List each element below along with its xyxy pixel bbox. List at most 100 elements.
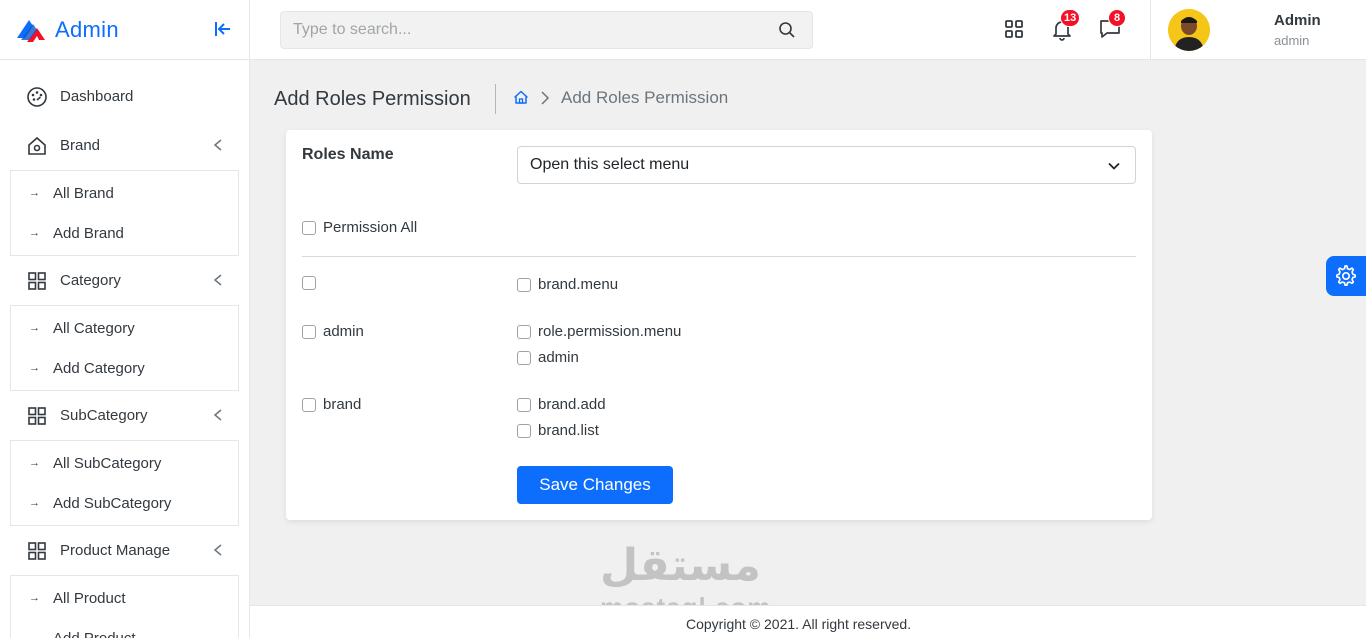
sidebar-item-label: Product Manage [60,542,171,559]
sidebar-item-label: Brand [60,137,101,154]
group-checkbox-unnamed[interactable] [302,276,323,290]
group-checkbox-admin[interactable]: admin [302,323,364,340]
permission-checkbox-brand-menu[interactable]: brand.menu [517,276,618,293]
sidebar-item-label: Dashboard [60,88,134,105]
checkbox-label: role.permission.menu [538,323,682,340]
collapse-sidebar-icon[interactable] [213,19,233,39]
search-box [280,11,813,49]
arrow-right-icon: → [29,497,40,509]
permission-form-card: Roles Name Open this select menu Permiss… [286,130,1152,520]
sidebar-item-category[interactable]: Category [0,256,249,305]
save-changes-button[interactable]: Save Changes [517,466,673,504]
checkbox-label: Permission All [323,219,418,236]
permission-checkbox-admin[interactable]: admin [517,349,579,366]
permission-checkbox-role-permission-menu[interactable]: role.permission.menu [517,323,681,340]
sidebar-subitem-add-brand[interactable]: → Add Brand [11,213,238,253]
checkbox[interactable] [302,324,316,339]
sidebar-subitem-label: All SubCategory [53,454,162,472]
page-title: Add Roles Permission [274,88,471,110]
brand-name: Admin [55,16,119,42]
submenu-subcategory: → All SubCategory → Add SubCategory [10,440,239,526]
checkbox[interactable] [302,276,316,290]
sidebar-subitem-add-subcategory[interactable]: → Add SubCategory [11,483,238,523]
permission-checkbox-brand-list[interactable]: brand.list [517,422,599,439]
sidebar-subitem-label: Add Category [53,359,145,377]
sidebar-item-brand[interactable]: Brand [0,121,249,170]
search-icon[interactable] [778,21,796,39]
grid-icon [28,271,46,290]
search-input[interactable] [281,12,778,48]
dashboard-icon [27,86,47,107]
arrow-right-icon: → [29,187,40,199]
checkbox[interactable] [517,324,531,339]
grid-icon [28,406,46,425]
arrow-right-icon: → [29,457,40,469]
user-menu[interactable]: Admin admin [1150,0,1366,60]
sidebar-item-dashboard[interactable]: Dashboard [0,72,249,121]
sidebar-subitem-label: Add Brand [53,224,124,242]
checkbox[interactable] [302,397,316,412]
apps-grid-icon[interactable] [1002,17,1026,41]
messages-badge: 8 [1108,9,1126,27]
chevron-left-icon [213,274,222,286]
checkbox[interactable] [517,423,531,438]
settings-toggle-button[interactable] [1326,256,1366,296]
sidebar-brand: Admin [0,0,249,60]
sidebar-subitem-add-product[interactable]: → Add Product [11,618,238,638]
checkbox[interactable] [517,397,531,412]
chevron-left-icon [213,409,222,421]
logo-icon [17,19,45,42]
submenu-category: → All Category → Add Category [10,305,239,391]
notifications-badge: 13 [1060,9,1081,27]
checkbox-label: admin [538,349,579,366]
watermark-arabic: مستقل [600,540,761,591]
sidebar-subitem-add-category[interactable]: → Add Category [11,348,238,388]
notifications-button[interactable]: 13 [1050,9,1081,41]
arrow-right-icon: → [29,592,40,604]
submenu-product: → All Product → Add Product [10,575,239,638]
arrow-right-icon: → [29,632,40,638]
checkbox[interactable] [517,277,531,292]
sidebar: Admin Dashboard Brand → All Brand → Add … [0,0,250,638]
messages-button[interactable]: 8 [1098,9,1126,41]
sidebar-subitem-all-brand[interactable]: → All Brand [11,173,238,213]
sidebar-item-label: Category [60,272,121,289]
topbar: 13 8 Admin admin [250,0,1366,60]
sidebar-subitem-label: Add SubCategory [53,494,172,512]
sidebar-subitem-label: All Category [53,319,135,337]
breadcrumb-chevron-icon [541,91,550,105]
checkbox-label: admin [323,323,364,340]
group-checkbox-brand[interactable]: brand [302,396,361,413]
grid-icon [28,541,46,560]
roles-select[interactable]: Open this select menu [517,146,1136,184]
sidebar-item-subcategory[interactable]: SubCategory [0,391,249,440]
chevron-left-icon [213,544,222,556]
checkbox[interactable] [302,220,316,235]
title-divider [495,84,496,114]
sidebar-item-label: SubCategory [60,407,148,424]
sidebar-subitem-all-subcategory[interactable]: → All SubCategory [11,443,238,483]
permission-all-checkbox[interactable]: Permission All [302,219,417,236]
home-icon [28,136,46,155]
arrow-right-icon: → [29,362,40,374]
breadcrumb-home-icon[interactable] [513,89,529,105]
user-role: admin [1274,33,1310,48]
sidebar-subitem-label: All Product [53,589,126,607]
sidebar-subitem-all-category[interactable]: → All Category [11,308,238,348]
roles-select-value: Open this select menu [530,156,690,173]
footer: Copyright © 2021. All right reserved. [250,605,1366,638]
breadcrumb-current: Add Roles Permission [561,88,729,107]
checkbox-label: brand.add [538,396,606,413]
roles-name-label: Roles Name [302,146,394,163]
arrow-right-icon: → [29,227,40,239]
checkbox-label: brand.menu [538,276,619,293]
arrow-right-icon: → [29,322,40,334]
sidebar-item-product-manage[interactable]: Product Manage [0,526,249,575]
copyright-text: Copyright © 2021. All right reserved. [686,616,912,632]
permission-checkbox-brand-add[interactable]: brand.add [517,396,606,413]
chevron-down-icon [1108,162,1120,170]
sidebar-subitem-label: All Brand [53,184,114,202]
sidebar-subitem-all-product[interactable]: → All Product [11,578,238,618]
checkbox[interactable] [517,350,531,365]
submenu-brand: → All Brand → Add Brand [10,170,239,256]
